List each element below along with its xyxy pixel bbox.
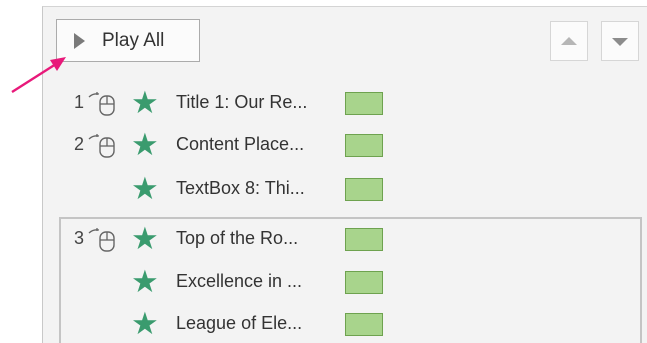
animation-order-number: 3 — [74, 228, 85, 248]
green-star-icon: ★ — [131, 127, 159, 162]
animation-item-3[interactable]: ★ TextBox 8: Thi... — [0, 171, 647, 206]
animation-order-number: 2 — [74, 134, 85, 154]
move-up-button[interactable] — [550, 21, 588, 61]
animation-item-label: Content Place... — [176, 134, 305, 154]
green-star-icon: ★ — [131, 306, 159, 341]
green-star-icon: ★ — [131, 221, 159, 256]
triangle-up-icon — [561, 37, 577, 45]
mouse-click-icon — [88, 228, 115, 252]
callout-arrow-icon — [11, 57, 66, 94]
animation-item-1[interactable]: 1 ★ Title 1: Our Re... — [0, 85, 647, 120]
mouse-click-icon — [88, 92, 115, 116]
green-star-icon: ★ — [131, 264, 159, 299]
animation-item-label: Top of the Ro... — [176, 228, 299, 248]
animation-item-2[interactable]: 2 ★ Content Place... — [0, 127, 647, 162]
timing-bar — [345, 178, 383, 201]
mouse-click-icon — [88, 134, 115, 158]
animation-item-6[interactable]: ★ League of Ele... — [0, 306, 647, 341]
animation-item-5[interactable]: ★ Excellence in ... — [0, 264, 647, 299]
timing-bar — [345, 134, 383, 157]
green-star-icon: ★ — [131, 85, 159, 120]
move-down-button[interactable] — [601, 21, 639, 61]
animation-item-4[interactable]: 3 ★ Top of the Ro... — [0, 221, 647, 256]
animation-item-label: League of Ele... — [176, 313, 303, 333]
timing-bar — [345, 271, 383, 294]
timing-bar — [345, 92, 383, 115]
green-star-icon: ★ — [131, 171, 159, 206]
timing-bar — [345, 313, 383, 336]
triangle-down-icon — [612, 38, 628, 46]
animation-item-label: Title 1: Our Re... — [176, 92, 308, 112]
animation-item-label: TextBox 8: Thi... — [176, 178, 305, 198]
play-all-label: Play All — [102, 29, 165, 51]
animation-pane-screenshot: Play All 1 ★ Title 1: Our Re... 2 ★ Cont… — [0, 0, 647, 343]
animation-item-label: Excellence in ... — [176, 271, 303, 291]
timing-bar — [345, 228, 383, 251]
